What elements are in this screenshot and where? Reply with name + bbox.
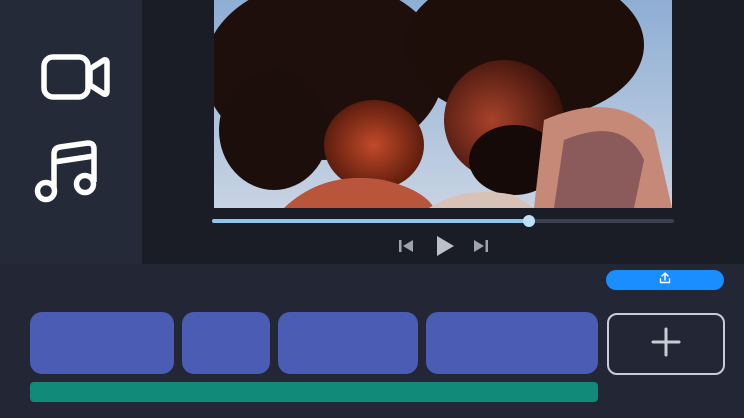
skip-back-icon — [397, 238, 415, 254]
video-media-button[interactable] — [40, 52, 110, 102]
timeline-clip[interactable] — [30, 312, 174, 374]
music-note-icon — [34, 140, 98, 204]
upload-button[interactable] — [606, 270, 724, 290]
audio-track[interactable] — [30, 382, 598, 402]
video-preview[interactable] — [214, 0, 672, 208]
playback-scrubber[interactable] — [212, 215, 674, 227]
scrubber-progress — [212, 219, 529, 223]
upload-icon — [659, 271, 671, 289]
timeline-clip[interactable] — [426, 312, 598, 374]
video-frame-image — [214, 0, 672, 208]
scrubber-handle[interactable] — [522, 215, 535, 227]
timeline-clip[interactable] — [278, 312, 418, 374]
skip-back-button[interactable] — [397, 238, 415, 254]
audio-media-button[interactable] — [34, 140, 98, 204]
play-icon — [434, 234, 456, 258]
plus-icon — [651, 327, 681, 362]
preview-panel — [142, 0, 744, 264]
skip-forward-icon — [472, 238, 490, 254]
skip-forward-button[interactable] — [472, 238, 490, 254]
timeline-clip[interactable] — [182, 312, 270, 374]
add-clip-button[interactable] — [607, 313, 725, 375]
media-sidebar — [0, 0, 142, 264]
video-camera-icon — [40, 52, 110, 102]
play-button[interactable] — [434, 234, 456, 258]
